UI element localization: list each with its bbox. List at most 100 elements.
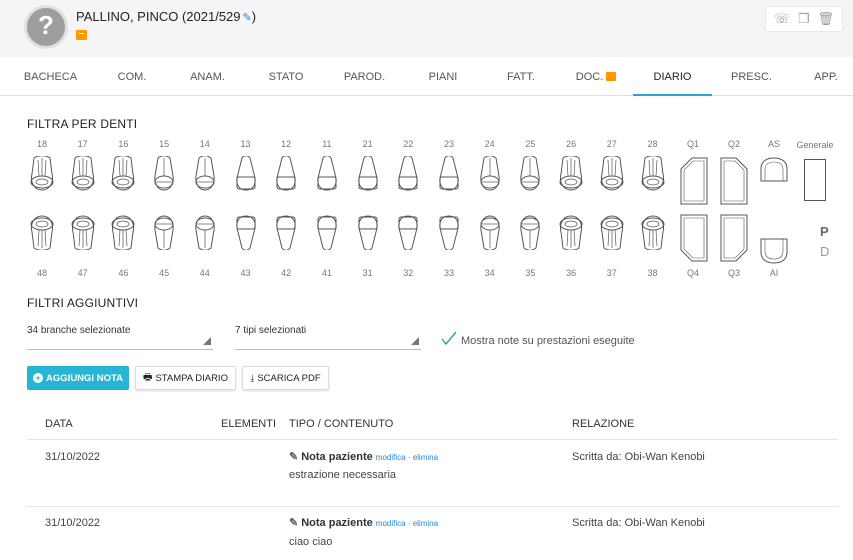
checkmark-icon[interactable]: [441, 330, 457, 346]
tooth-upper[interactable]: [28, 156, 56, 192]
tooth-lower[interactable]: [28, 214, 56, 250]
column-header-date: DATA: [45, 418, 73, 430]
tooth-number: 31: [362, 268, 373, 278]
tooth-upper[interactable]: [516, 156, 544, 192]
quadrant-q1[interactable]: [680, 157, 708, 205]
tab-parod[interactable]: PAROD.: [325, 57, 404, 96]
tooth-lower[interactable]: [639, 214, 667, 250]
patient-name: PALLINO, PINCO (2021/529 ✎): [76, 9, 257, 24]
tooth-number: 37: [606, 268, 617, 278]
tooth-lower[interactable]: [232, 214, 260, 250]
tooth-lower[interactable]: [557, 214, 585, 250]
pencil-icon: ✎: [289, 451, 299, 463]
tooth-lower[interactable]: [313, 214, 341, 250]
tooth-upper[interactable]: [191, 156, 219, 192]
tooth-upper[interactable]: [232, 156, 260, 192]
quadrant-q3[interactable]: [720, 214, 748, 262]
tab-fatt[interactable]: FATT.: [482, 57, 560, 96]
tooth-number: 36: [566, 268, 577, 278]
tooth-lower[interactable]: [598, 214, 626, 250]
tooth-upper[interactable]: [598, 156, 626, 192]
edit-link[interactable]: modifica: [376, 453, 406, 462]
edit-link[interactable]: modifica: [376, 519, 406, 528]
column-header-relation: RELAZIONE: [572, 418, 635, 430]
tab-presc[interactable]: PRESC.: [712, 57, 791, 96]
tooth-lower[interactable]: [354, 214, 382, 250]
tab-diario[interactable]: DIARIO: [633, 57, 712, 96]
tooth-upper[interactable]: [69, 156, 97, 192]
tab-doc[interactable]: DOC.: [560, 57, 632, 96]
tooth-lower[interactable]: [150, 214, 178, 250]
tooth-number: 14: [199, 139, 210, 149]
tooth-lower[interactable]: [191, 214, 219, 250]
delete-link[interactable]: elimina: [413, 519, 438, 528]
tooth-number: 38: [647, 268, 658, 278]
tab-app[interactable]: APP.: [791, 57, 853, 96]
tooth-number: 12: [281, 139, 292, 149]
tooth-lower[interactable]: [69, 214, 97, 250]
section-label: Q3: [727, 268, 740, 278]
tooth-upper[interactable]: [557, 156, 585, 192]
tab-stato[interactable]: STATO: [247, 57, 325, 96]
document-tag-icon[interactable]: [76, 30, 87, 40]
tooth-number: 46: [118, 268, 129, 278]
tooth-number: 44: [199, 268, 210, 278]
quadrant-q2[interactable]: [720, 157, 748, 205]
add-note-button[interactable]: + AGGIUNGI NOTA: [27, 366, 129, 390]
tooth-number: 35: [525, 268, 536, 278]
copy-icon[interactable]: ❐: [798, 11, 810, 27]
tooth-upper[interactable]: [109, 156, 137, 192]
section-label: Q4: [686, 268, 699, 278]
show-notes-label[interactable]: Mostra note su prestazioni eseguite: [461, 335, 635, 347]
arch-upper[interactable]: [760, 157, 788, 183]
plus-icon: +: [33, 373, 44, 383]
filter-teeth-title: FILTRA PER DENTI: [27, 117, 138, 131]
pencil-icon: ✎: [289, 517, 299, 529]
tipi-select[interactable]: 7 tipi selezionati: [235, 318, 421, 350]
tab-anam[interactable]: ANAM.: [168, 57, 247, 96]
quadrant-q4[interactable]: [680, 214, 708, 262]
row-date: 31/10/2022: [45, 451, 101, 463]
download-pdf-button[interactable]: ⤓ SCARICA PDF: [242, 366, 329, 390]
tab-piani[interactable]: PIANI: [404, 57, 482, 96]
row-content: ciao ciao: [289, 536, 333, 548]
tab-com[interactable]: COM.: [91, 57, 173, 96]
arch-lower[interactable]: [760, 238, 788, 264]
tooth-number: 23: [443, 139, 454, 149]
tooth-upper[interactable]: [435, 156, 463, 192]
delete-link[interactable]: elimina: [413, 453, 438, 462]
row-type: ✎ Nota paziente modifica - elimina: [289, 517, 439, 529]
row-relation: Scritta da: Obi-Wan Kenobi: [572, 451, 705, 463]
trash-icon[interactable]: 🗑: [818, 11, 835, 27]
tooth-upper[interactable]: [394, 156, 422, 192]
tooth-lower[interactable]: [435, 214, 463, 250]
tooth-lower[interactable]: [272, 214, 300, 250]
tooth-lower[interactable]: [516, 214, 544, 250]
palatal-toggle[interactable]: P: [820, 224, 829, 239]
tooth-upper[interactable]: [272, 156, 300, 192]
branche-select[interactable]: 34 branche selezionate: [27, 318, 213, 350]
pencil-icon[interactable]: ✎: [243, 12, 252, 24]
tooth-number: 42: [281, 268, 292, 278]
general-box[interactable]: [804, 159, 826, 201]
tab-bar: BACHECA COM. ANAM. STATO PAROD. PIANI FATT. DOC…: [0, 57, 853, 96]
tooth-upper[interactable]: [476, 156, 504, 192]
tooth-lower[interactable]: [394, 214, 422, 250]
tooth-upper[interactable]: [313, 156, 341, 192]
distal-toggle[interactable]: D: [820, 244, 829, 259]
tooth-number: 17: [77, 139, 88, 149]
tooth-lower[interactable]: [476, 214, 504, 250]
tooth-number: 21: [362, 139, 373, 149]
download-icon: ⤓: [250, 372, 255, 383]
tooth-number: 24: [484, 139, 495, 149]
tooth-number: 22: [403, 139, 414, 149]
print-diary-button[interactable]: 🖶 STAMPA DIARIO: [135, 366, 236, 390]
tab-bacheca[interactable]: BACHECA: [0, 57, 101, 96]
tooth-number: 26: [566, 139, 577, 149]
tooth-upper[interactable]: [150, 156, 178, 192]
tooth-upper[interactable]: [639, 156, 667, 192]
tooth-lower[interactable]: [109, 214, 137, 250]
tooth-upper[interactable]: [354, 156, 382, 192]
tooth-number: 43: [240, 268, 251, 278]
whatsapp-icon[interactable]: ☏: [774, 11, 790, 27]
